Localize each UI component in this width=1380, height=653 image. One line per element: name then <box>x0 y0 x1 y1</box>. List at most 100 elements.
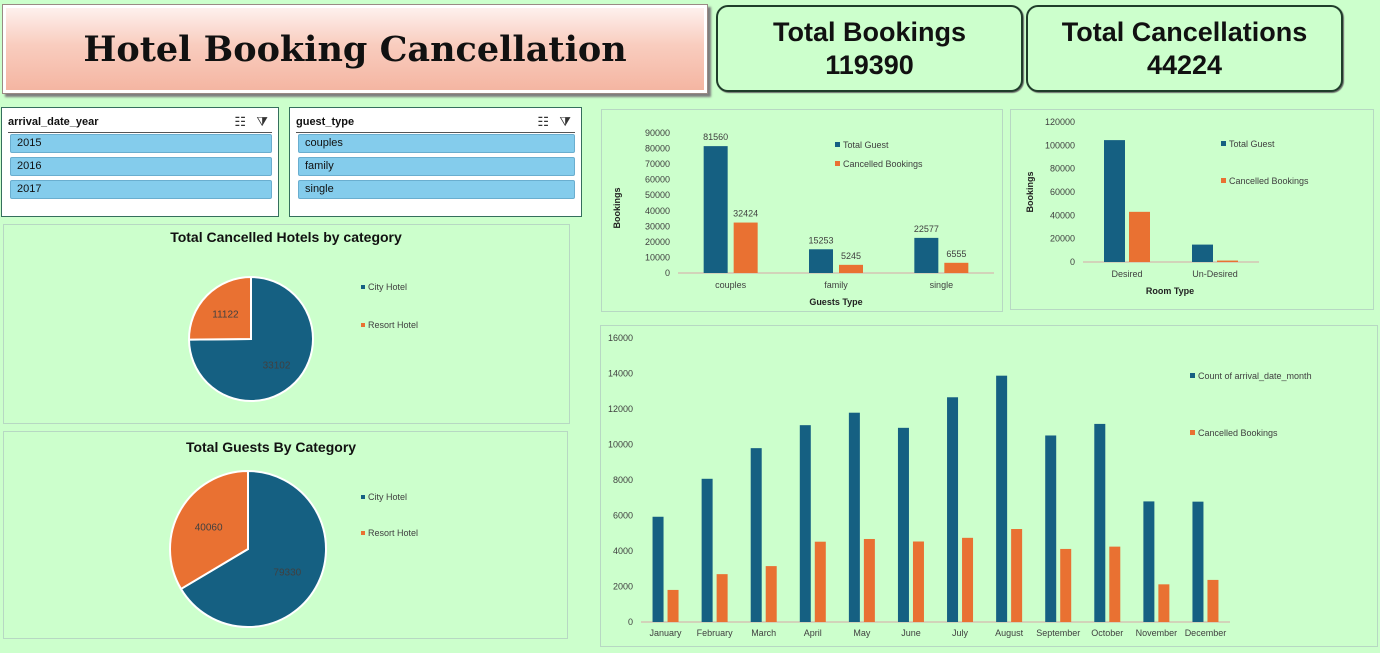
legend-swatch <box>1190 373 1195 378</box>
x-tick-label: couples <box>715 280 747 290</box>
x-tick-label: December <box>1185 628 1227 638</box>
y-tick-label: 70000 <box>645 159 670 169</box>
y-tick-label: 0 <box>628 617 633 627</box>
y-tick-label: 10000 <box>608 440 633 450</box>
bar <box>947 397 959 622</box>
bar <box>962 537 974 622</box>
legend-label: Cancelled Bookings <box>843 159 923 169</box>
pie-data-label: 40060 <box>195 523 223 534</box>
bar-data-label: 5245 <box>841 251 861 261</box>
slicer-year-item[interactable]: 2015 <box>10 134 272 153</box>
slicer-guest-item[interactable]: couples <box>298 134 575 153</box>
kpi-bookings-value: 119390 <box>825 49 914 80</box>
bar <box>897 427 909 622</box>
kpi-cancellations-label: Total Cancellations <box>1061 16 1308 47</box>
y-tick-label: 4000 <box>613 546 633 556</box>
y-tick-label: 40000 <box>645 206 670 216</box>
bar <box>809 249 833 273</box>
bar <box>1143 501 1155 622</box>
bar <box>996 375 1008 622</box>
x-tick-label: July <box>952 628 969 638</box>
legend-swatch <box>1221 178 1226 183</box>
legend-label: City Hotel <box>368 492 407 502</box>
y-tick-label: 120000 <box>1045 117 1075 127</box>
slicer-arrival-year: arrival_date_year ☷ ⧩ 2015 2016 2017 <box>1 107 279 217</box>
legend-swatch <box>361 531 365 535</box>
kpi-cancellations-value: 44224 <box>1146 49 1223 80</box>
bar-data-label: 81560 <box>703 132 728 142</box>
chart-cancelled-hotels-panel: Total Cancelled Hotels by category 33102 1… <box>3 224 570 424</box>
slicer-guest-item[interactable]: family <box>298 157 575 176</box>
y-tick-label: 8000 <box>613 475 633 485</box>
y-axis-label: Bookings <box>612 187 622 228</box>
slicer-year-item[interactable]: 2016 <box>10 157 272 176</box>
y-tick-label: 20000 <box>1050 234 1075 244</box>
y-tick-label: 20000 <box>645 237 670 247</box>
kpi-total-bookings: Total Bookings 119390 <box>716 5 1023 92</box>
y-tick-label: 16000 <box>608 333 633 343</box>
page-title: Hotel Booking Cancellation <box>83 28 627 70</box>
y-tick-label: 60000 <box>645 175 670 185</box>
x-tick-label: Desired <box>1111 269 1142 279</box>
legend-label: Cancelled Bookings <box>1229 176 1309 186</box>
y-tick-label: 6000 <box>613 511 633 521</box>
legend-swatch <box>361 323 365 327</box>
bar <box>848 412 860 622</box>
y-tick-label: 50000 <box>645 190 670 200</box>
bar <box>1192 244 1213 262</box>
clear-filter-icon[interactable]: ⧩ <box>559 112 571 132</box>
bar <box>1094 423 1106 622</box>
x-tick-label: February <box>697 628 734 638</box>
bar-room-type: 0 20000 40000 60000 80000 100000 120000 Desired… <box>1025 117 1309 296</box>
bar-data-label: 15253 <box>808 235 833 245</box>
y-tick-label: 2000 <box>613 582 633 592</box>
bar <box>703 146 728 273</box>
x-tick-label: November <box>1136 628 1178 638</box>
bar <box>799 425 811 622</box>
slicer-year-title: arrival_date_year <box>8 116 99 128</box>
slicer-guest-header: guest_type ☷ ⧩ <box>296 112 575 133</box>
x-tick-label: September <box>1036 628 1080 638</box>
legend-swatch <box>1221 141 1226 146</box>
chart-title: Total Cancelled Hotels by category <box>170 229 402 245</box>
slicer-guest-item[interactable]: single <box>298 180 575 199</box>
chart-title: Total Guests By Category <box>186 439 356 455</box>
chart-monthly-panel: 0 2000 4000 6000 8000 10000 12000 14000 16000 Jan… <box>600 325 1378 647</box>
multi-select-icon[interactable]: ☷ <box>234 112 246 132</box>
bar <box>1104 140 1125 262</box>
x-tick-label: single <box>930 280 954 290</box>
pie-data-label: 11122 <box>212 310 239 321</box>
x-tick-label: April <box>804 628 822 638</box>
bar <box>1158 584 1170 622</box>
x-tick-label: family <box>824 280 848 290</box>
legend-label: Cancelled Bookings <box>1198 428 1278 438</box>
pie-slice <box>188 275 252 341</box>
clear-filter-icon[interactable]: ⧩ <box>256 112 268 132</box>
legend-swatch <box>835 142 840 147</box>
bar-monthly-bookings: 0 2000 4000 6000 8000 10000 12000 14000 16000 Jan… <box>608 333 1312 638</box>
legend-label: Total Guest <box>1229 139 1275 149</box>
bar <box>1192 501 1204 622</box>
multi-select-icon[interactable]: ☷ <box>537 112 549 132</box>
bar <box>765 566 777 622</box>
x-tick-label: October <box>1091 628 1123 638</box>
legend-label: Resort Hotel <box>368 320 418 330</box>
bar <box>1045 435 1057 622</box>
x-tick-label: January <box>650 628 683 638</box>
chart-guest-type-panel: 0 10000 20000 30000 40000 50000 60000 70000 8000… <box>601 109 1003 312</box>
bar <box>750 448 762 622</box>
pie-data-label: 33102 <box>263 360 291 371</box>
legend-swatch <box>835 161 840 166</box>
slicer-year-item[interactable]: 2017 <box>10 180 272 199</box>
x-tick-label: August <box>995 628 1024 638</box>
bar <box>1129 211 1150 262</box>
slicer-year-header: arrival_date_year ☷ ⧩ <box>8 112 272 133</box>
pie-guests-category: Total Guests By Category 79330 40060 City H… <box>169 439 418 628</box>
bar <box>1109 546 1121 622</box>
bar <box>1217 260 1238 262</box>
bar <box>814 541 826 622</box>
bar <box>1060 548 1072 622</box>
bar <box>1011 529 1023 622</box>
x-axis-label: Guests Type <box>809 297 862 307</box>
bar <box>914 237 939 273</box>
